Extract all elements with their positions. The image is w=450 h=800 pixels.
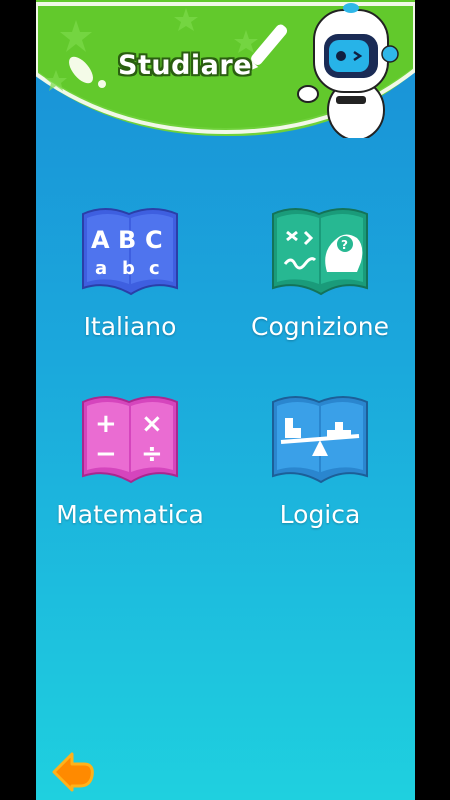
back-arrow-icon[interactable] — [50, 750, 96, 794]
app-screen: Studiare A B C a b c Italiano ? Cognizio… — [36, 0, 415, 800]
glyph-A: A — [91, 226, 110, 254]
subject-logica-tile[interactable]: Logica — [235, 390, 405, 529]
glyph-minus: − — [95, 439, 117, 469]
subject-matematica-label[interactable]: Matematica — [45, 500, 215, 529]
back-button[interactable] — [50, 750, 96, 794]
math-book-icon[interactable]: + × − ÷ — [75, 390, 185, 488]
balance-book-icon[interactable] — [265, 390, 375, 488]
subject-matematica-tile[interactable]: + × − ÷ Matematica — [45, 390, 215, 529]
glyph-times: × — [141, 409, 163, 439]
glyph-C: C — [145, 226, 163, 254]
page-title: Studiare — [118, 50, 253, 81]
subject-cognizione-label[interactable]: Cognizione — [235, 312, 405, 341]
glyph-B: B — [118, 226, 136, 254]
glyph-a: a — [95, 258, 107, 279]
header-banner: Studiare — [36, 0, 415, 138]
subject-italiano-tile[interactable]: A B C a b c Italiano — [45, 202, 215, 341]
glyph-plus: + — [95, 409, 117, 439]
subject-italiano-label[interactable]: Italiano — [45, 312, 215, 341]
glyph-c: c — [149, 258, 160, 279]
svg-text:?: ? — [341, 238, 348, 252]
brain-book-icon[interactable]: ? — [265, 202, 375, 300]
abc-book-icon[interactable]: A B C a b c — [75, 202, 185, 300]
subject-logica-label[interactable]: Logica — [235, 500, 405, 529]
glyph-divide: ÷ — [141, 439, 163, 469]
glyph-b: b — [122, 258, 135, 279]
subject-cognizione-tile[interactable]: ? Cognizione — [235, 202, 405, 341]
